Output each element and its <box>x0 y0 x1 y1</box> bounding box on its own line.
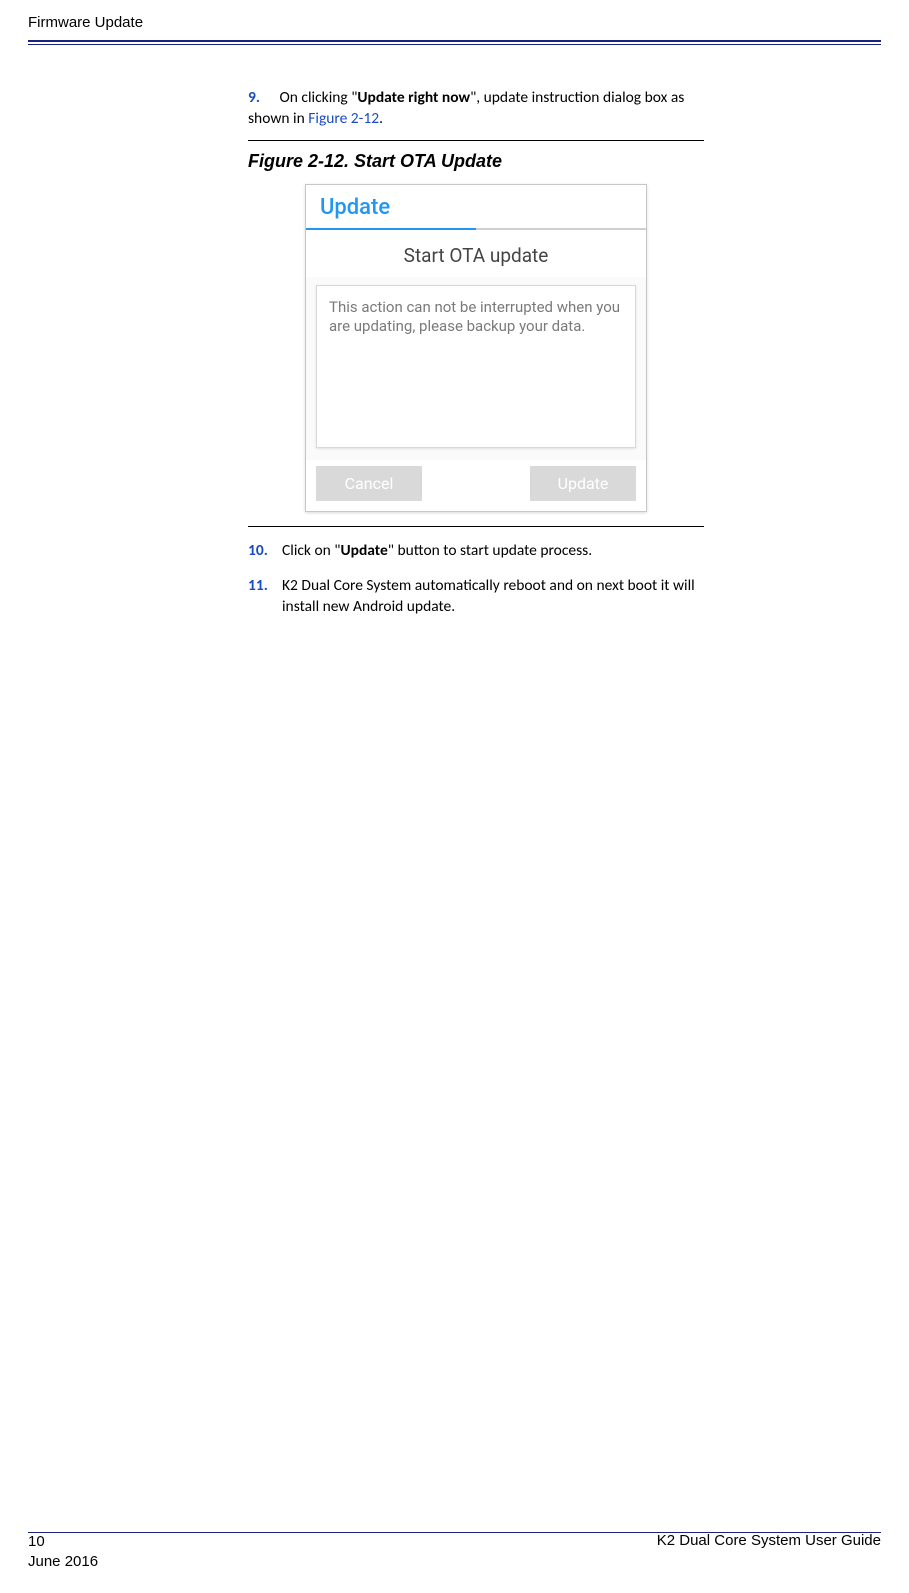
figure-ref-link[interactable]: Figure 2-12 <box>308 109 379 128</box>
page-number: 10 <box>28 1532 98 1552</box>
step-number: 10. <box>248 541 282 562</box>
footer-left: 10 June 2016 <box>28 1532 98 1571</box>
figure-rule-bottom <box>248 526 704 527</box>
dialog-button-row: Cancel Update <box>306 460 646 511</box>
page-footer: 10 June 2016 K2 Dual Core System User Gu… <box>28 1532 881 1571</box>
figure-caption: Figure 2-12. Start OTA Update <box>248 151 704 172</box>
step-number: 9. <box>248 88 276 109</box>
page-header: Firmware Update <box>0 0 909 39</box>
update-button[interactable]: Update <box>530 466 636 501</box>
dialog-app-title: Update <box>320 195 390 220</box>
footer-date: June 2016 <box>28 1552 98 1572</box>
step-text: K2 Dual Core System automatically reboot… <box>282 576 704 618</box>
cancel-button[interactable]: Cancel <box>316 466 422 501</box>
step-text-post: " button to start update process. <box>388 541 592 560</box>
header-rule <box>28 40 881 45</box>
dialog-header: Update <box>306 185 646 228</box>
step-bold: Update <box>341 541 388 560</box>
step-text-pre: Click on " <box>282 541 341 560</box>
step-10: 10. Click on "Update" button to start up… <box>248 541 704 562</box>
footer-guide-title: K2 Dual Core System User Guide <box>657 1532 881 1571</box>
step-number: 11. <box>248 576 282 618</box>
step-bold: Update right now <box>357 88 470 107</box>
step-text-post: . <box>379 109 383 128</box>
dialog-body-text: This action can not be interrupted when … <box>316 285 636 448</box>
ota-dialog: Update Start OTA update This action can … <box>305 184 647 512</box>
step-text: Click on "Update" button to start update… <box>282 541 592 562</box>
main-content: 9. On clicking "Update right now", updat… <box>248 88 704 618</box>
step-9: 9. On clicking "Update right now", updat… <box>248 88 704 130</box>
step-text-pre: On clicking " <box>280 88 358 107</box>
dialog-title: Start OTA update <box>306 230 646 277</box>
section-title: Firmware Update <box>28 14 143 31</box>
dialog-screenshot: Update Start OTA update This action can … <box>248 184 704 512</box>
figure-rule-top <box>248 140 704 141</box>
step-11: 11. K2 Dual Core System automatically re… <box>248 576 704 618</box>
